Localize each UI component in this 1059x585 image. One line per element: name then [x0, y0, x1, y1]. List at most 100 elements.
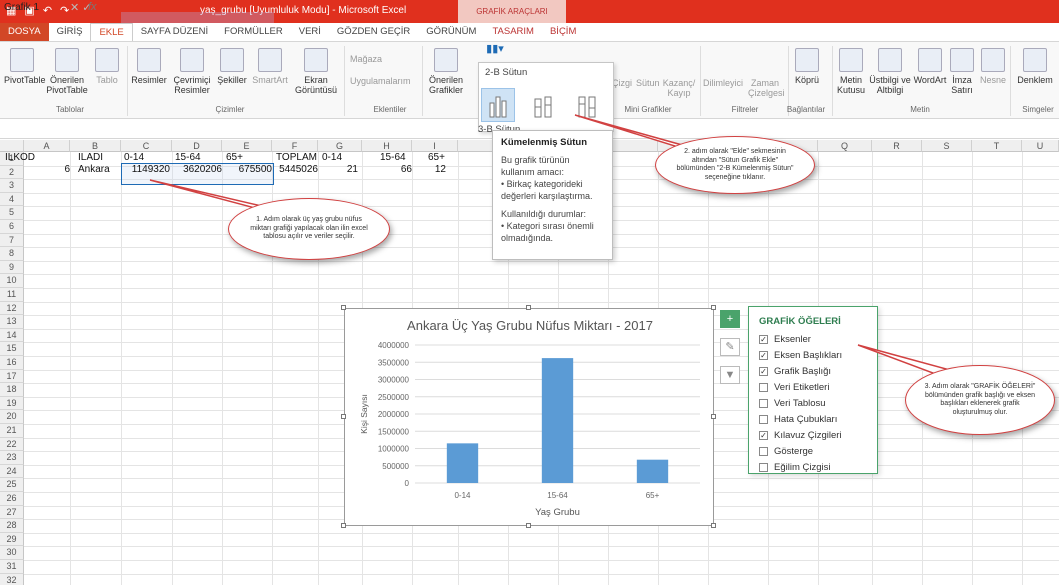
cell-c2[interactable]: 1149320: [122, 164, 170, 175]
checkbox[interactable]: [759, 415, 768, 424]
column-chart-button[interactable]: ▮▮▾: [480, 44, 510, 55]
row-header[interactable]: 16: [0, 356, 24, 370]
chart-element-data-labels[interactable]: Veri Etiketleri: [759, 382, 829, 393]
textbox-button[interactable]: Metin Kutusu: [834, 46, 868, 95]
row-header[interactable]: 13: [0, 315, 24, 329]
chart-element-axis-titles[interactable]: ✓ Eksen Başlıkları: [759, 350, 842, 361]
chart-container[interactable]: Ankara Üç Yaş Grubu Nüfus Miktarı - 2017…: [344, 308, 714, 526]
cell-b2[interactable]: Ankara: [78, 164, 110, 175]
cell-d2[interactable]: 3620206: [172, 164, 222, 175]
checkbox[interactable]: [759, 463, 768, 472]
column-header[interactable]: E: [222, 140, 272, 152]
resize-handle[interactable]: [341, 523, 346, 528]
cell-e1[interactable]: 65+: [226, 152, 243, 163]
cell-g2[interactable]: 21: [318, 164, 358, 175]
cell-a1[interactable]: ILKOD: [5, 152, 35, 163]
tab-design[interactable]: TASARIM: [484, 23, 542, 41]
column-header[interactable]: A: [24, 140, 70, 152]
column-header[interactable]: S: [922, 140, 972, 152]
screenshot-button[interactable]: Ekran Görüntüsü: [290, 46, 342, 95]
row-header[interactable]: 29: [0, 532, 24, 547]
chart-styles-brush-icon[interactable]: ✎: [720, 338, 740, 356]
cell-i2[interactable]: 12: [412, 164, 446, 175]
checkbox[interactable]: ✓: [759, 367, 768, 376]
row-header[interactable]: 2: [0, 165, 24, 180]
chart-element-trendline[interactable]: Eğilim Çizgisi: [759, 462, 830, 473]
store-button[interactable]: Mağaza: [350, 54, 382, 64]
wordart-button[interactable]: WordArt: [912, 46, 948, 85]
column-header[interactable]: F: [272, 140, 318, 152]
row-header[interactable]: 31: [0, 560, 24, 574]
name-box[interactable]: Grafik 1: [4, 2, 64, 16]
timeline-button[interactable]: Zaman Çizelgesi: [748, 78, 785, 98]
chart-elements-plus-icon[interactable]: +: [720, 310, 740, 328]
row-header[interactable]: 8: [0, 247, 24, 261]
cell-f2[interactable]: 5445026: [272, 164, 318, 175]
row-header[interactable]: 10: [0, 274, 24, 288]
stacked-100-column-icon[interactable]: [569, 88, 603, 122]
select-all-corner[interactable]: [0, 140, 24, 152]
recommended-pivottable-button[interactable]: Önerilen PivotTable: [44, 46, 90, 95]
cell-h2[interactable]: 66: [360, 164, 412, 175]
my-apps-button[interactable]: Uygulamalarım: [350, 76, 411, 86]
row-header[interactable]: 5: [0, 206, 24, 220]
tab-file[interactable]: DOSYA: [0, 23, 49, 41]
chart-element-error-bars[interactable]: Hata Çubukları: [759, 414, 837, 425]
row-header[interactable]: 24: [0, 464, 24, 479]
tab-home[interactable]: GİRİŞ: [49, 23, 91, 41]
chart-element-gridlines[interactable]: ✓ Kılavuz Çizgileri: [759, 430, 842, 441]
checkbox[interactable]: ✓: [759, 431, 768, 440]
column-header[interactable]: D: [172, 140, 222, 152]
sparkline-winloss-button[interactable]: Kazanç/ Kayıp: [662, 78, 696, 98]
row-header[interactable]: 23: [0, 451, 24, 465]
tab-insert[interactable]: EKLE: [90, 23, 133, 41]
row-header[interactable]: 26: [0, 492, 24, 506]
checkbox[interactable]: [759, 399, 768, 408]
resize-handle[interactable]: [341, 414, 346, 419]
pictures-button[interactable]: Resimler: [131, 46, 167, 85]
column-header[interactable]: T: [972, 140, 1022, 152]
smartart-button[interactable]: SmartArt: [250, 46, 290, 85]
row-header[interactable]: 15: [0, 342, 24, 356]
row-header[interactable]: 25: [0, 478, 24, 492]
cell-b1[interactable]: ILADI: [78, 152, 103, 163]
tab-review[interactable]: GÖZDEN GEÇİR: [329, 23, 418, 41]
tab-formulas[interactable]: FORMÜLLER: [216, 23, 291, 41]
cell-d1[interactable]: 15-64: [175, 152, 201, 163]
column-header[interactable]: C: [121, 140, 172, 152]
chart-element-legend[interactable]: Gösterge: [759, 446, 813, 457]
table-button[interactable]: Tablo: [92, 46, 122, 85]
equation-button[interactable]: Denklem: [1012, 46, 1058, 85]
row-header[interactable]: 6: [0, 220, 24, 234]
column-header[interactable]: U: [1022, 140, 1059, 152]
shapes-button[interactable]: Şekiller: [216, 46, 248, 85]
tab-format[interactable]: BİÇİM: [542, 23, 584, 41]
resize-handle[interactable]: [526, 305, 531, 310]
row-header[interactable]: 30: [0, 546, 24, 560]
row-header[interactable]: 7: [0, 233, 24, 248]
row-header[interactable]: 28: [0, 519, 24, 533]
row-header[interactable]: 9: [0, 260, 24, 275]
cell-f1[interactable]: TOPLAM: [276, 152, 317, 163]
row-header[interactable]: 19: [0, 396, 24, 411]
resize-handle[interactable]: [526, 523, 531, 528]
column-header[interactable]: B: [70, 140, 121, 152]
chart-element-axes[interactable]: ✓ Eksenler: [759, 334, 811, 345]
row-header[interactable]: 20: [0, 410, 24, 424]
stacked-column-icon[interactable]: [525, 88, 559, 122]
row-header[interactable]: 18: [0, 383, 24, 397]
resize-handle[interactable]: [711, 523, 716, 528]
online-pictures-button[interactable]: Çevrimiçi Resimler: [170, 46, 214, 95]
checkbox[interactable]: [759, 383, 768, 392]
chart-element-data-table[interactable]: Veri Tablosu: [759, 398, 826, 409]
column-header[interactable]: G: [318, 140, 362, 152]
column-header[interactable]: H: [362, 140, 412, 152]
column-header[interactable]: I: [412, 140, 458, 152]
row-header[interactable]: 27: [0, 505, 24, 520]
cell-c1[interactable]: 0-14: [124, 152, 144, 163]
fx-icon[interactable]: fx: [88, 1, 97, 13]
cell-i1[interactable]: 65+: [428, 152, 445, 163]
pivottable-button[interactable]: PivotTable: [4, 46, 46, 85]
tab-data[interactable]: VERİ: [291, 23, 329, 41]
chart-element-chart-title[interactable]: ✓ Grafik Başlığı: [759, 366, 831, 377]
